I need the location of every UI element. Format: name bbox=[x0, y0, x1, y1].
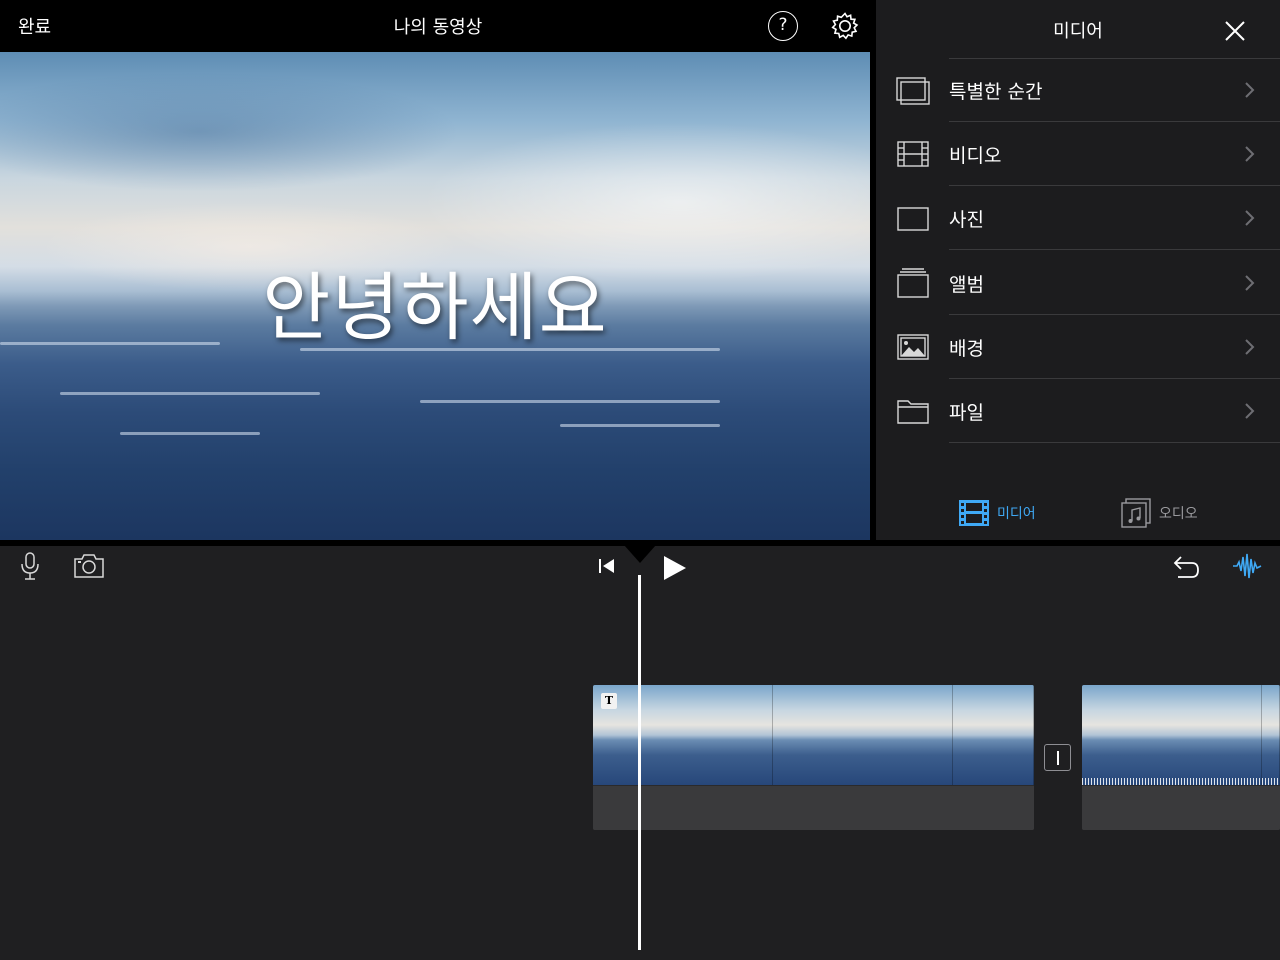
chevron-right-icon bbox=[1244, 273, 1256, 293]
help-button[interactable]: ? bbox=[768, 11, 798, 41]
wave-crest bbox=[560, 424, 720, 427]
landscape-image-icon bbox=[896, 331, 930, 363]
settings-gear-icon[interactable] bbox=[830, 11, 860, 41]
media-item-albums[interactable]: 앨범 bbox=[876, 251, 1280, 315]
clip-frame bbox=[1262, 685, 1280, 785]
clip-audio-track bbox=[593, 785, 1034, 830]
media-item-files[interactable]: 파일 bbox=[876, 379, 1280, 443]
project-title-text: 나의 동영상 bbox=[393, 17, 483, 38]
chevron-right-icon bbox=[1244, 80, 1256, 100]
film-icon bbox=[896, 138, 930, 170]
chevron-right-icon bbox=[1244, 337, 1256, 357]
moments-icon bbox=[896, 74, 930, 106]
media-item-video[interactable]: 비디오 bbox=[876, 122, 1280, 186]
play-icon[interactable] bbox=[662, 554, 688, 582]
media-item-label: 앨범 bbox=[949, 274, 984, 296]
audio-waveform-icon[interactable] bbox=[1232, 551, 1262, 581]
chevron-right-icon bbox=[1244, 208, 1256, 228]
project-title: 나의 동영상 bbox=[0, 13, 876, 39]
top-toolbar: 완료 나의 동영상 ? bbox=[0, 0, 876, 52]
undo-icon[interactable] bbox=[1170, 553, 1200, 579]
clip-frame bbox=[773, 685, 953, 785]
media-browser-panel: 미디어 특별한 순간 비디오 사진 앨범 배경 파일 미디어 오디오 bbox=[876, 0, 1280, 540]
wave-crest bbox=[420, 400, 720, 403]
media-item-backgrounds[interactable]: 배경 bbox=[876, 315, 1280, 379]
title-overlay-text: 안녕하세요 bbox=[262, 265, 608, 351]
wave-crest bbox=[60, 392, 320, 395]
clip-frame bbox=[593, 685, 773, 785]
transition-button[interactable] bbox=[1044, 744, 1071, 771]
clip-thumbnails bbox=[1082, 685, 1280, 785]
divider bbox=[949, 442, 1280, 443]
skip-to-start-icon[interactable] bbox=[598, 557, 616, 575]
media-item-label: 파일 bbox=[949, 402, 984, 424]
playhead-line[interactable] bbox=[638, 575, 641, 950]
playhead-marker bbox=[624, 545, 656, 563]
video-clip[interactable]: T bbox=[593, 685, 1034, 830]
album-stack-icon bbox=[896, 267, 930, 299]
title-text-icon: T bbox=[601, 693, 617, 709]
close-icon[interactable] bbox=[1222, 18, 1248, 44]
wave-crest bbox=[120, 432, 260, 435]
music-note-icon bbox=[1119, 497, 1153, 529]
media-item-label: 배경 bbox=[949, 338, 984, 360]
video-preview[interactable]: 안녕하세요 bbox=[0, 52, 870, 540]
microphone-icon[interactable] bbox=[20, 552, 40, 580]
tab-media-label: 미디어 bbox=[997, 506, 1036, 522]
media-item-label: 비디오 bbox=[949, 145, 1002, 167]
media-item-label: 특별한 순간 bbox=[949, 81, 1043, 103]
camera-icon[interactable] bbox=[73, 553, 105, 579]
clip-trim-ticks bbox=[1082, 778, 1280, 785]
clip-thumbnails bbox=[593, 685, 1034, 785]
sky-cloud bbox=[0, 72, 460, 192]
clip-frame bbox=[953, 685, 1034, 785]
folder-icon bbox=[896, 395, 930, 427]
transition-icon bbox=[1057, 751, 1059, 765]
panel-title: 미디어 bbox=[1053, 21, 1103, 42]
media-item-label: 사진 bbox=[949, 209, 984, 231]
video-clip[interactable] bbox=[1082, 685, 1280, 830]
tab-audio-label: 오디오 bbox=[1159, 506, 1198, 522]
photo-frame-icon bbox=[896, 202, 930, 234]
chevron-right-icon bbox=[1244, 401, 1256, 421]
media-item-moments[interactable]: 특별한 순간 bbox=[876, 58, 1280, 122]
clip-frame bbox=[1082, 685, 1262, 785]
divider bbox=[949, 249, 1280, 250]
media-film-icon bbox=[957, 497, 991, 529]
media-item-photos[interactable]: 사진 bbox=[876, 186, 1280, 250]
clip-audio-track bbox=[1082, 785, 1280, 830]
chevron-right-icon bbox=[1244, 144, 1256, 164]
